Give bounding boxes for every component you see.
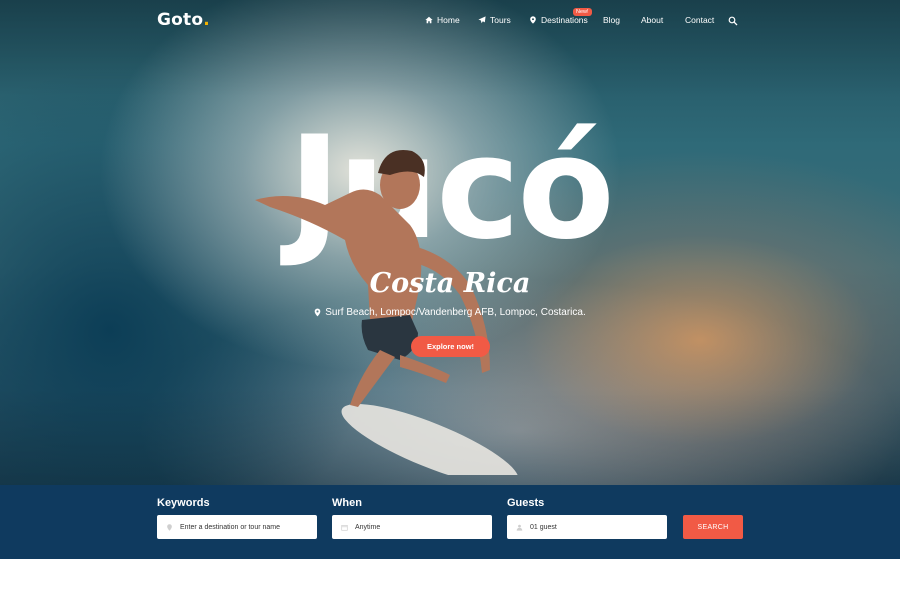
user-icon — [516, 524, 523, 531]
nav-about-label: About — [641, 15, 664, 25]
search-button[interactable]: SEARCH — [683, 515, 743, 539]
keywords-placeholder: Enter a destination or tour name — [180, 523, 281, 531]
new-badge: New! — [573, 8, 592, 16]
when-input[interactable]: Anytime — [332, 515, 492, 539]
keywords-label: Keywords — [157, 497, 210, 509]
guests-label: Guests — [507, 497, 545, 509]
hero-section: Goto. Home Tours Destinations Blog About… — [0, 0, 900, 485]
map-pin-icon — [167, 523, 172, 531]
keywords-input[interactable]: Enter a destination or tour name — [157, 515, 317, 539]
search-icon[interactable] — [728, 16, 738, 26]
location-text: Surf Beach, Lompoc/Vandenberg AFB, Lompo… — [325, 307, 586, 318]
guests-input[interactable]: 01 guest — [507, 515, 667, 539]
map-pin-icon — [530, 16, 536, 24]
nav-blog-label: Blog — [603, 15, 621, 25]
nav-item-tours[interactable]: Tours — [478, 15, 511, 25]
hero-subtitle: Costa Rica — [369, 268, 531, 299]
hero-location: Surf Beach, Lompoc/Vandenberg AFB, Lompo… — [0, 307, 900, 318]
nav-item-home[interactable]: Home — [425, 15, 460, 25]
when-value: Anytime — [355, 523, 381, 531]
home-icon — [425, 16, 433, 24]
nav-tours-label: Tours — [490, 15, 511, 25]
map-pin-icon — [314, 308, 321, 317]
nav-item-contact[interactable]: Contact — [685, 15, 714, 25]
paper-plane-icon — [478, 16, 486, 24]
nav-contact-label: Contact — [685, 15, 715, 25]
main-navigation: Home Tours Destinations Blog About Conta… — [0, 15, 900, 29]
nav-item-destinations[interactable]: Destinations — [529, 15, 588, 25]
explore-button[interactable]: Explore now! — [411, 336, 490, 357]
calendar-icon — [341, 524, 348, 531]
when-label: When — [332, 497, 362, 509]
search-bar: Keywords Enter a destination or tour nam… — [0, 485, 900, 559]
nav-destinations-label: Destinations — [541, 15, 588, 25]
nav-home-label: Home — [437, 15, 460, 25]
nav-item-about[interactable]: About — [641, 15, 663, 25]
guests-value: 01 guest — [530, 523, 557, 531]
nav-item-blog[interactable]: Blog — [603, 15, 620, 25]
